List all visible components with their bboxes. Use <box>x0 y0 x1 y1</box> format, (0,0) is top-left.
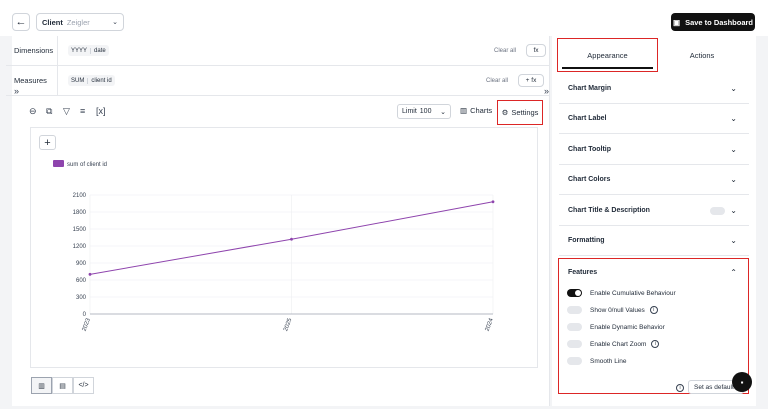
section-formatting[interactable]: Formatting ⌄ <box>559 226 749 256</box>
legend-swatch <box>53 160 64 167</box>
feature-label: Enable Cumulative Behaviour <box>590 289 676 297</box>
y-tick-label: 1500 <box>73 227 87 233</box>
section-label: Chart Colors <box>568 176 611 183</box>
y-tick-label: 1800 <box>73 210 87 216</box>
chevron-down-icon: ⌄ <box>730 206 737 215</box>
data-point <box>88 272 92 276</box>
section-chart-tooltip[interactable]: Chart Tooltip ⌄ <box>559 135 749 165</box>
chevron-down-icon: ⌄ <box>730 145 737 154</box>
title-toggle[interactable] <box>710 206 725 215</box>
chevron-down-icon: ⌄ <box>730 236 737 245</box>
x-tick-label: 2025 <box>283 317 293 332</box>
tab-appearance[interactable]: Appearance <box>557 38 658 72</box>
feature-item: Enable Cumulative Behaviour <box>567 289 676 297</box>
code-icon: </> <box>78 382 89 389</box>
y-tick-label: 300 <box>76 295 87 301</box>
info-icon[interactable]: i <box>651 340 660 348</box>
x-tick-label: 2023 <box>82 317 92 332</box>
tab-actions-label: Actions <box>689 50 715 60</box>
chevron-down-icon: ⌄ <box>730 114 737 123</box>
feature-item: Enable Dynamic Behavior <box>567 323 665 331</box>
feature-toggle[interactable] <box>567 357 582 365</box>
table-icon: ▤ <box>59 382 66 390</box>
bar-chart-icon: ▥ <box>38 382 45 390</box>
y-tick-label: 0 <box>83 312 87 318</box>
y-tick-label: 600 <box>76 278 87 284</box>
chevron-up-icon: ⌃ <box>730 267 737 277</box>
feature-toggle[interactable] <box>567 289 582 297</box>
section-label: Chart Label <box>568 115 607 122</box>
features-header[interactable]: Features ⌃ <box>559 257 749 287</box>
section-label: Chart Tooltip <box>568 146 612 153</box>
y-tick-label: 1200 <box>73 244 87 250</box>
features-title: Features <box>568 268 598 276</box>
chevron-down-icon: ⌄ <box>730 84 737 93</box>
section-chart-title[interactable]: Chart Title & Description ⌄ <box>559 196 749 226</box>
active-tab-indicator <box>562 67 653 69</box>
chat-icon[interactable]: ▪ <box>732 372 752 392</box>
feature-item: Enable Chart Zoom i <box>567 340 660 348</box>
code-view-tab[interactable]: </> <box>73 377 94 394</box>
feature-toggle[interactable] <box>567 340 582 348</box>
feature-label: Enable Dynamic Behavior <box>590 323 665 331</box>
tab-appearance-label: Appearance <box>587 50 628 60</box>
feature-label: Enable Chart Zoom <box>590 340 647 348</box>
feature-item: Show 0/null Values i <box>567 306 658 314</box>
data-point <box>491 200 495 204</box>
chevron-down-icon: ⌄ <box>730 175 737 184</box>
view-tabs: ▥ ▤ </> <box>31 377 94 394</box>
x-tick-label: 2024 <box>485 317 495 332</box>
info-icon[interactable]: i <box>649 306 658 314</box>
info-icon[interactable]: i <box>676 384 684 392</box>
feature-toggle[interactable] <box>567 323 582 331</box>
feature-label: Smooth Line <box>590 357 627 365</box>
section-chart-margin[interactable]: Chart Margin ⌄ <box>559 74 749 104</box>
tab-actions[interactable]: Actions <box>660 38 744 72</box>
feature-label: Show 0/null Values <box>590 306 645 314</box>
section-label: Chart Margin <box>568 85 612 92</box>
data-point <box>290 237 293 241</box>
section-chart-colors[interactable]: Chart Colors ⌄ <box>559 165 749 195</box>
table-view-tab[interactable]: ▤ <box>52 377 73 394</box>
feature-item: Smooth Line <box>567 357 627 365</box>
y-tick-label: 2100 <box>73 193 87 199</box>
chart-view-tab[interactable]: ▥ <box>31 377 52 394</box>
section-label: Chart Title & Description <box>568 207 650 214</box>
section-label: Formatting <box>568 237 605 244</box>
legend-label: sum of client id <box>67 162 107 168</box>
section-chart-label[interactable]: Chart Label ⌄ <box>559 104 749 134</box>
feature-toggle[interactable] <box>567 306 582 314</box>
y-tick-label: 900 <box>76 261 87 267</box>
